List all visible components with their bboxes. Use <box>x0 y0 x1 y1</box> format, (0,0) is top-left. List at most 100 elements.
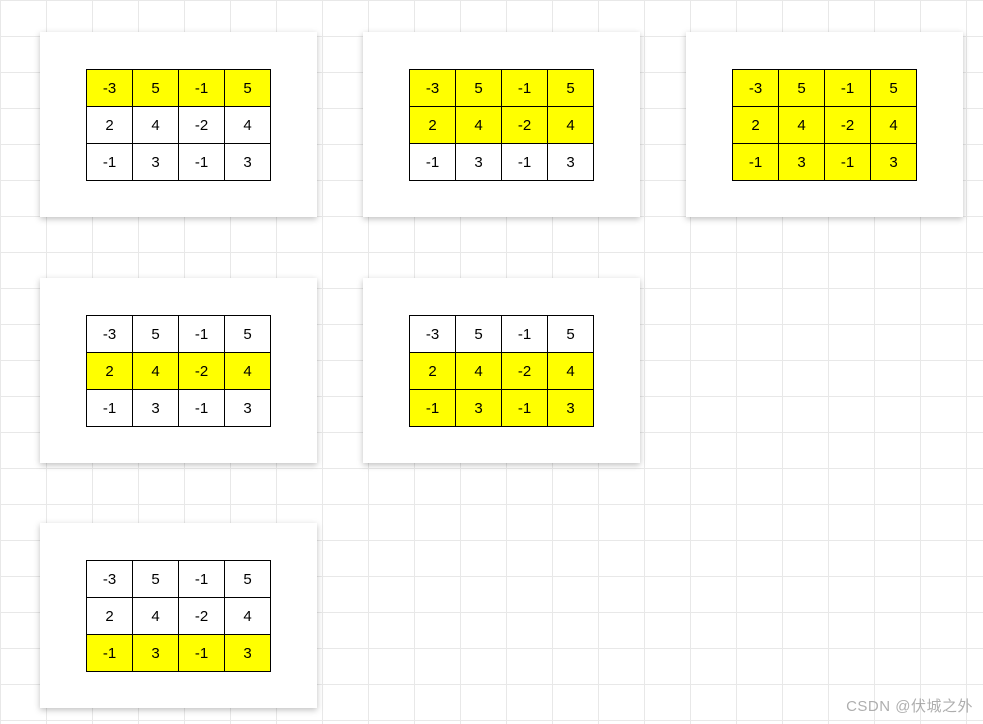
matrix-cell: -1 <box>410 144 456 181</box>
matrix-cell: -1 <box>502 390 548 427</box>
matrix-cell: 2 <box>410 107 456 144</box>
matrix-panel-5: -35-1524-24-13-13 <box>40 523 317 708</box>
matrix-cell: 3 <box>456 390 502 427</box>
matrix-cell: 3 <box>133 635 179 672</box>
matrix-cell: 4 <box>225 353 271 390</box>
matrix-cell: 4 <box>548 107 594 144</box>
matrix-cell: 3 <box>133 144 179 181</box>
matrix-cell: 3 <box>225 144 271 181</box>
matrix-table-3: -35-1524-24-13-13 <box>86 315 271 427</box>
matrix-cell: 3 <box>779 144 825 181</box>
table-row: -13-13 <box>733 144 917 181</box>
matrix-cell: 4 <box>225 598 271 635</box>
matrix-cell: 3 <box>225 635 271 672</box>
matrix-cell: 5 <box>548 316 594 353</box>
matrix-cell: 4 <box>133 353 179 390</box>
matrix-cell: -1 <box>179 70 225 107</box>
matrix-cell: 4 <box>871 107 917 144</box>
table-row: -35-15 <box>410 316 594 353</box>
matrix-cell: 5 <box>133 316 179 353</box>
matrix-cell: -1 <box>179 635 225 672</box>
table-row: 24-24 <box>410 107 594 144</box>
matrix-cell: -2 <box>179 598 225 635</box>
table-row: 24-24 <box>87 107 271 144</box>
matrix-cell: 5 <box>779 70 825 107</box>
matrix-cell: -1 <box>502 316 548 353</box>
matrix-cell: -3 <box>87 70 133 107</box>
matrix-cell: -1 <box>825 70 871 107</box>
matrix-cell: 5 <box>225 561 271 598</box>
table-row: 24-24 <box>410 353 594 390</box>
table-row: -35-15 <box>87 316 271 353</box>
matrix-cell: 2 <box>87 598 133 635</box>
table-row: -35-15 <box>87 561 271 598</box>
matrix-cell: -1 <box>179 144 225 181</box>
matrix-cell: 3 <box>456 144 502 181</box>
matrix-cell: 4 <box>779 107 825 144</box>
matrix-cell: -2 <box>179 107 225 144</box>
matrix-table-0: -35-1524-24-13-13 <box>86 69 271 181</box>
matrix-cell: -1 <box>410 390 456 427</box>
matrix-cell: -1 <box>502 70 548 107</box>
matrix-table-5: -35-1524-24-13-13 <box>86 560 271 672</box>
matrix-cell: 2 <box>87 107 133 144</box>
watermark-text: CSDN @伏城之外 <box>846 695 973 716</box>
matrix-cell: -1 <box>733 144 779 181</box>
table-row: -13-13 <box>410 390 594 427</box>
matrix-cell: 5 <box>548 70 594 107</box>
matrix-cell: 2 <box>410 353 456 390</box>
matrix-table-2: -35-1524-24-13-13 <box>732 69 917 181</box>
matrix-cell: 5 <box>133 561 179 598</box>
matrix-cell: 2 <box>733 107 779 144</box>
matrix-cell: -1 <box>179 561 225 598</box>
table-row: 24-24 <box>87 353 271 390</box>
table-row: -35-15 <box>410 70 594 107</box>
matrix-table-1: -35-1524-24-13-13 <box>409 69 594 181</box>
table-row: 24-24 <box>87 598 271 635</box>
matrix-panel-0: -35-1524-24-13-13 <box>40 32 317 217</box>
matrix-cell: 3 <box>548 390 594 427</box>
matrix-cell: -1 <box>87 635 133 672</box>
matrix-cell: 4 <box>548 353 594 390</box>
matrix-cell: -3 <box>410 70 456 107</box>
table-row: -35-15 <box>733 70 917 107</box>
matrix-cell: 4 <box>133 107 179 144</box>
matrix-cell: -3 <box>410 316 456 353</box>
matrix-cell: -2 <box>179 353 225 390</box>
matrix-cell: -1 <box>179 316 225 353</box>
matrix-cell: 4 <box>456 107 502 144</box>
matrix-cell: -1 <box>502 144 548 181</box>
matrix-cell: 3 <box>871 144 917 181</box>
table-row: 24-24 <box>733 107 917 144</box>
matrix-panel-1: -35-1524-24-13-13 <box>363 32 640 217</box>
matrix-cell: 4 <box>225 107 271 144</box>
matrix-cell: 5 <box>225 70 271 107</box>
matrix-cell: -3 <box>87 316 133 353</box>
matrix-table-4: -35-1524-24-13-13 <box>409 315 594 427</box>
matrix-cell: -1 <box>87 144 133 181</box>
matrix-cell: -2 <box>502 107 548 144</box>
matrix-cell: -3 <box>733 70 779 107</box>
matrix-cell: 3 <box>225 390 271 427</box>
matrix-cell: -1 <box>179 390 225 427</box>
matrix-cell: -2 <box>502 353 548 390</box>
matrix-cell: 5 <box>225 316 271 353</box>
matrix-panel-3: -35-1524-24-13-13 <box>40 278 317 463</box>
matrix-cell: -1 <box>87 390 133 427</box>
matrix-cell: 2 <box>87 353 133 390</box>
matrix-cell: 5 <box>871 70 917 107</box>
matrix-panel-4: -35-1524-24-13-13 <box>363 278 640 463</box>
matrix-cell: 5 <box>456 316 502 353</box>
matrix-cell: 3 <box>548 144 594 181</box>
matrix-cell: 4 <box>133 598 179 635</box>
matrix-cell: -1 <box>825 144 871 181</box>
matrix-cell: 5 <box>456 70 502 107</box>
matrix-cell: 4 <box>456 353 502 390</box>
table-row: -13-13 <box>87 390 271 427</box>
matrix-cell: 5 <box>133 70 179 107</box>
matrix-panel-2: -35-1524-24-13-13 <box>686 32 963 217</box>
matrix-cell: -3 <box>87 561 133 598</box>
matrix-cell: 3 <box>133 390 179 427</box>
matrix-cell: -2 <box>825 107 871 144</box>
table-row: -13-13 <box>410 144 594 181</box>
